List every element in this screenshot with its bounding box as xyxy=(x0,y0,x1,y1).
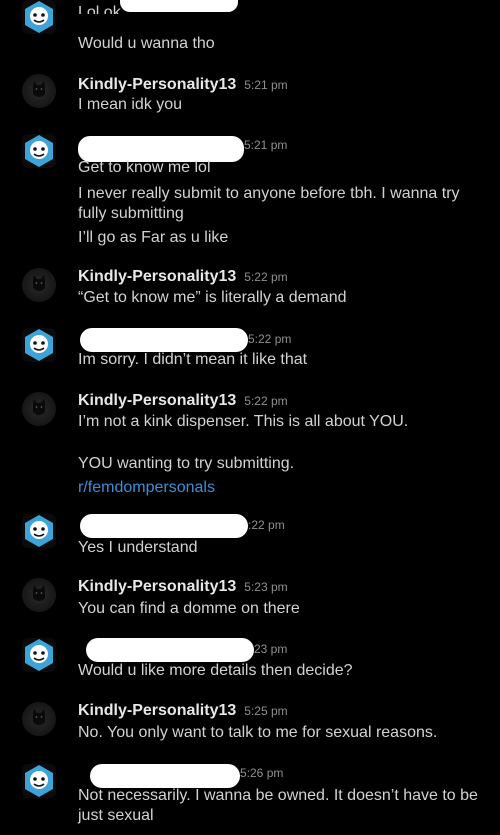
cat-avatar-icon xyxy=(33,81,45,97)
username[interactable]: Kindly-Personality13 xyxy=(78,76,236,94)
snoo-avatar-icon xyxy=(25,515,53,547)
message-text: Im sorry. I didn’t mean it like that xyxy=(78,351,308,368)
avatar[interactable] xyxy=(22,74,56,108)
message-text: I’ll go as Far as u like xyxy=(78,229,229,246)
username[interactable]: Kindly-Personality13 xyxy=(78,392,236,410)
redacted-username xyxy=(80,328,248,352)
message-header: 5:22 pm xyxy=(248,332,291,346)
avatar[interactable] xyxy=(22,764,56,798)
cat-avatar-icon xyxy=(33,709,45,725)
avatar[interactable] xyxy=(22,0,56,34)
snoo-avatar-icon xyxy=(25,639,53,671)
timestamp: :22 pm xyxy=(248,518,285,532)
avatar[interactable] xyxy=(22,392,56,426)
username[interactable]: Kindly-Personality13 xyxy=(78,578,236,596)
message-text: Lol ok xyxy=(78,4,121,14)
timestamp: 5:22 pm xyxy=(248,332,292,346)
timestamp: 5:22 pm xyxy=(244,270,288,284)
snoo-avatar-icon xyxy=(25,135,53,167)
snoo-avatar-icon xyxy=(25,1,53,33)
message-header: 23 pm xyxy=(254,642,287,656)
message-feed[interactable]: Lol ok Would u wanna tho Kindly-Personal… xyxy=(0,0,500,835)
avatar[interactable] xyxy=(22,268,56,302)
snoo-avatar-icon xyxy=(25,765,53,797)
message-text: Yes I understand xyxy=(78,539,198,556)
avatar[interactable] xyxy=(22,134,56,168)
redacted-username xyxy=(86,638,254,662)
message-text: I’m not a kink dispenser. This is all ab… xyxy=(78,413,409,430)
message-header: Kindly-Personality13 5:23 pm xyxy=(78,578,288,596)
message-text: Not necessarily. I wanna be owned. It do… xyxy=(78,787,478,824)
timestamp: 5:21 pm xyxy=(244,78,288,92)
message-text: You can find a domme on there xyxy=(78,600,300,617)
message-header: 5:26 pm xyxy=(240,766,283,780)
message-text: Would u wanna tho xyxy=(78,35,215,52)
timestamp: 5:26 pm xyxy=(240,766,284,780)
avatar[interactable] xyxy=(22,702,56,736)
message-header: Kindly-Personality13 5:21 pm xyxy=(78,76,288,94)
timestamp: 5:23 pm xyxy=(244,580,288,594)
message-text: Get to know me lol xyxy=(78,159,211,176)
message-text: I mean idk you xyxy=(78,96,183,113)
avatar[interactable] xyxy=(22,328,56,362)
message-text: Would u like more details then decide? xyxy=(78,662,353,679)
message-text: YOU wanting to try submitting. xyxy=(78,455,295,472)
message-text: I never really submit to anyone before t… xyxy=(78,185,460,222)
message-text: No. You only want to talk to me for sexu… xyxy=(78,724,438,741)
message-header: Kindly-Personality13 5:22 pm xyxy=(78,268,288,286)
snoo-avatar-icon xyxy=(25,329,53,361)
redacted-username xyxy=(80,514,248,538)
avatar[interactable] xyxy=(22,638,56,672)
subreddit-link[interactable]: r/femdompersonals xyxy=(78,478,478,498)
timestamp: 5:22 pm xyxy=(244,394,288,408)
message-header: :22 pm xyxy=(248,518,285,532)
cat-avatar-icon xyxy=(33,399,45,415)
avatar[interactable] xyxy=(22,514,56,548)
message-text: “Get to know me” is literally a demand xyxy=(78,289,347,306)
timestamp: 23 pm xyxy=(254,642,288,656)
message-header: Kindly-Personality13 5:22 pm xyxy=(78,392,288,410)
cat-avatar-icon xyxy=(33,275,45,291)
redacted-username xyxy=(90,764,240,788)
timestamp: 5:21 pm xyxy=(244,138,288,152)
username[interactable]: Kindly-Personality13 xyxy=(78,268,236,286)
avatar[interactable] xyxy=(22,578,56,612)
message-header: 5:21 pm xyxy=(244,138,287,152)
message-header: Kindly-Personality13 5:25 pm xyxy=(78,702,288,720)
timestamp: 5:25 pm xyxy=(244,704,288,718)
username[interactable]: Kindly-Personality13 xyxy=(78,702,236,720)
cat-avatar-icon xyxy=(33,585,45,601)
